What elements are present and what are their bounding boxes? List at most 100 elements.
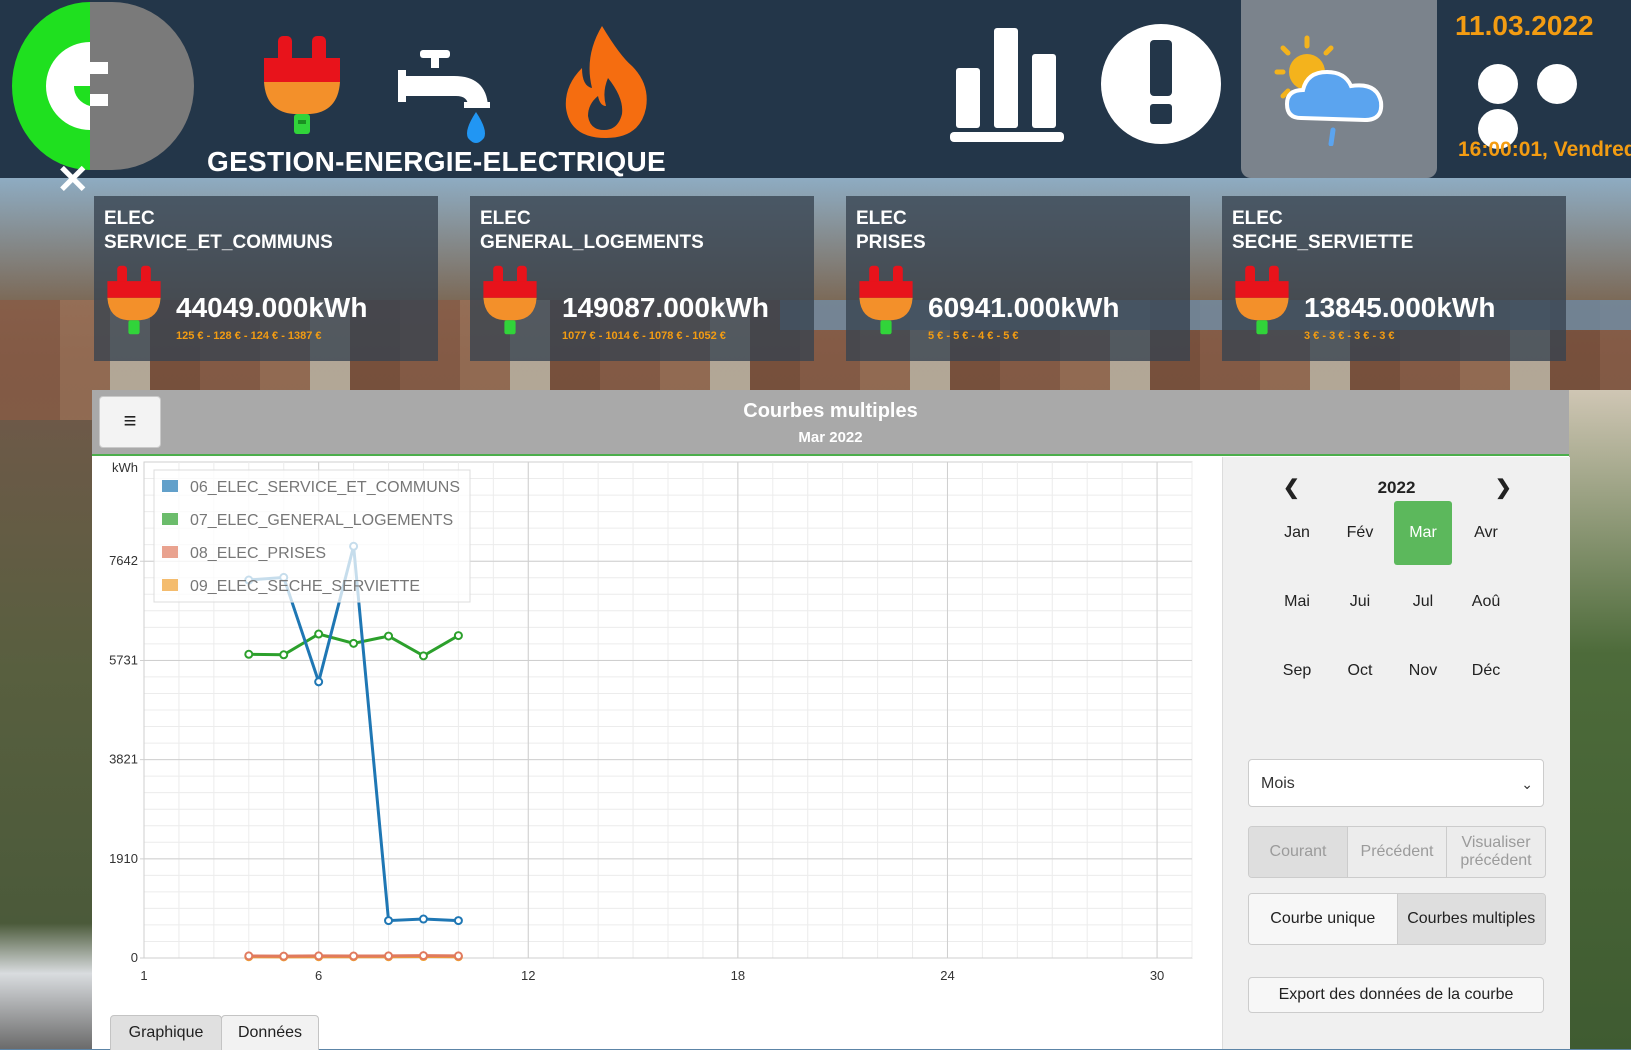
- x-tick-label: 24: [940, 968, 954, 983]
- series-point-3: [280, 953, 287, 960]
- month-10[interactable]: Oct: [1331, 639, 1389, 703]
- legend-swatch-3: [162, 546, 178, 558]
- month-1[interactable]: Jan: [1268, 501, 1326, 565]
- plug-icon: [1234, 262, 1290, 338]
- series-point-1: [385, 917, 392, 924]
- export-button[interactable]: Export des données de la courbe: [1248, 977, 1544, 1013]
- series-point-2: [385, 633, 392, 640]
- card-value: 44049.000kWh: [176, 292, 367, 324]
- series-point-2: [280, 651, 287, 658]
- meter-card-general-logements[interactable]: ELEC GENERAL_LOGEMENTS 149087.000kWh 107…: [470, 196, 814, 361]
- curve-mode-group: Courbe unique Courbes multiples: [1248, 893, 1546, 945]
- y-axis-label: kWh: [112, 460, 138, 475]
- series-point-3: [245, 952, 252, 959]
- ed-logo[interactable]: [12, 2, 194, 170]
- month-12[interactable]: Déc: [1457, 639, 1515, 703]
- faucet-icon[interactable]: [398, 50, 494, 146]
- previous-button[interactable]: Précédent: [1348, 827, 1447, 877]
- card-type: ELEC: [1232, 208, 1283, 230]
- legend-label-3: 08_ELEC_PRISES: [190, 545, 326, 562]
- legend-swatch-4: [162, 579, 178, 591]
- plug-icon: [482, 262, 538, 338]
- plug-icon[interactable]: [262, 36, 342, 134]
- flame-icon[interactable]: [562, 26, 650, 138]
- legend-label-1: 06_ELEC_SERVICE_ET_COMMUNS: [190, 479, 460, 496]
- period-nav-group: Courant Précédent Visualiser précédent: [1248, 826, 1546, 878]
- card-costs: 3 € - 3 € - 3 € - 3 €: [1304, 330, 1395, 342]
- card-name: GENERAL_LOGEMENTS: [480, 232, 704, 254]
- bar-chart-icon[interactable]: [950, 28, 1064, 142]
- meter-card-prises[interactable]: ELEC PRISES 60941.000kWh 5 € - 5 € - 4 €…: [846, 196, 1190, 361]
- card-costs: 1077 € - 1014 € - 1078 € - 1052 €: [562, 330, 726, 342]
- legend-label-4: 09_ELEC_SECHE_SERVIETTE: [190, 578, 420, 595]
- y-tick-label: 5731: [109, 652, 138, 667]
- series-point-1: [315, 678, 322, 685]
- legend-swatch-2: [162, 513, 178, 525]
- plug-icon: [858, 262, 914, 338]
- year-label: 2022: [1223, 478, 1570, 498]
- panel-title: Courbes multiples: [92, 400, 1569, 423]
- weather-panel[interactable]: [1241, 0, 1437, 178]
- meter-card-seche-serviette[interactable]: ELEC SECHE_SERVIETTE 13845.000kWh 3 € - …: [1222, 196, 1566, 361]
- x-tick-label: 6: [315, 968, 322, 983]
- month-2[interactable]: Fév: [1331, 501, 1389, 565]
- y-tick-label: 3821: [109, 752, 138, 767]
- series-point-3: [455, 952, 462, 959]
- month-6[interactable]: Jui: [1331, 570, 1389, 634]
- card-name: SECHE_SERVIETTE: [1232, 232, 1413, 254]
- card-type: ELEC: [856, 208, 907, 230]
- card-name: SERVICE_ET_COMMUNS: [104, 232, 333, 254]
- month-5[interactable]: Mai: [1268, 570, 1326, 634]
- x-tick-label: 18: [731, 968, 745, 983]
- series-point-1: [420, 916, 427, 923]
- alert-icon[interactable]: [1101, 24, 1221, 144]
- chevron-down-icon: ⌄: [1521, 760, 1533, 808]
- card-costs: 125 € - 128 € - 124 € - 1387 €: [176, 330, 322, 342]
- series-point-2: [350, 640, 357, 647]
- panel-header: ≡ Courbes multiples Mar 2022: [92, 390, 1569, 456]
- plug-icon: [106, 262, 162, 338]
- single-curve-button[interactable]: Courbe unique: [1249, 894, 1398, 944]
- series-point-3: [420, 952, 427, 959]
- legend-label-2: 07_ELEC_GENERAL_LOGEMENTS: [190, 512, 453, 529]
- background-left: [0, 420, 92, 1049]
- card-value: 13845.000kWh: [1304, 292, 1495, 324]
- chevron-right-icon[interactable]: ❯: [1495, 475, 1512, 500]
- month-3[interactable]: Mar: [1394, 501, 1452, 565]
- series-point-3: [385, 952, 392, 959]
- meter-card-service-et-communs[interactable]: ELEC SERVICE_ET_COMMUNS 44049.000kWh 125…: [94, 196, 438, 361]
- month-4[interactable]: Avr: [1457, 501, 1515, 565]
- tab-graphique[interactable]: Graphique: [110, 1015, 222, 1050]
- card-value: 149087.000kWh: [562, 292, 769, 324]
- month-11[interactable]: Nov: [1394, 639, 1452, 703]
- card-type: ELEC: [480, 208, 531, 230]
- x-tick-label: 1: [140, 968, 147, 983]
- multiple-curves-button[interactable]: Courbes multiples: [1398, 894, 1546, 944]
- multi-line-chart[interactable]: 161218243001910382157317642kWh06_ELEC_SE…: [92, 456, 1222, 1050]
- tab-donnees[interactable]: Données: [221, 1015, 319, 1050]
- series-point-3: [315, 952, 322, 959]
- month-8[interactable]: Aoû: [1457, 570, 1515, 634]
- series-point-2: [245, 651, 252, 658]
- month-9[interactable]: Sep: [1268, 639, 1326, 703]
- header-date: 11.03.2022: [1455, 10, 1594, 42]
- month-7[interactable]: Jul: [1394, 570, 1452, 634]
- x-tick-label: 30: [1150, 968, 1164, 983]
- panel-subtitle: Mar 2022: [92, 429, 1569, 446]
- period-side-panel: ❮ 2022 ❯ JanFévMarAvrMaiJuiJulAoûSepOctN…: [1222, 457, 1570, 1049]
- series-point-3: [350, 953, 357, 960]
- y-tick-label: 0: [131, 950, 138, 965]
- card-name: PRISES: [856, 232, 926, 254]
- card-costs: 5 € - 5 € - 4 € - 5 €: [928, 330, 1019, 342]
- series-point-1: [455, 917, 462, 924]
- x-tick-label: 12: [521, 968, 535, 983]
- period-select[interactable]: Mois ⌄: [1248, 759, 1544, 807]
- close-icon[interactable]: ✕: [56, 160, 90, 200]
- period-select-value: Mois: [1261, 775, 1295, 792]
- series-point-2: [455, 632, 462, 639]
- view-previous-button[interactable]: Visualiser précédent: [1447, 827, 1545, 877]
- app-title: GESTION-ENERGIE-ELECTRIQUE: [207, 146, 666, 178]
- y-tick-label: 7642: [109, 553, 138, 568]
- current-button[interactable]: Courant: [1249, 827, 1348, 877]
- header-time: 16:00:01, Vendredi: [1458, 138, 1631, 162]
